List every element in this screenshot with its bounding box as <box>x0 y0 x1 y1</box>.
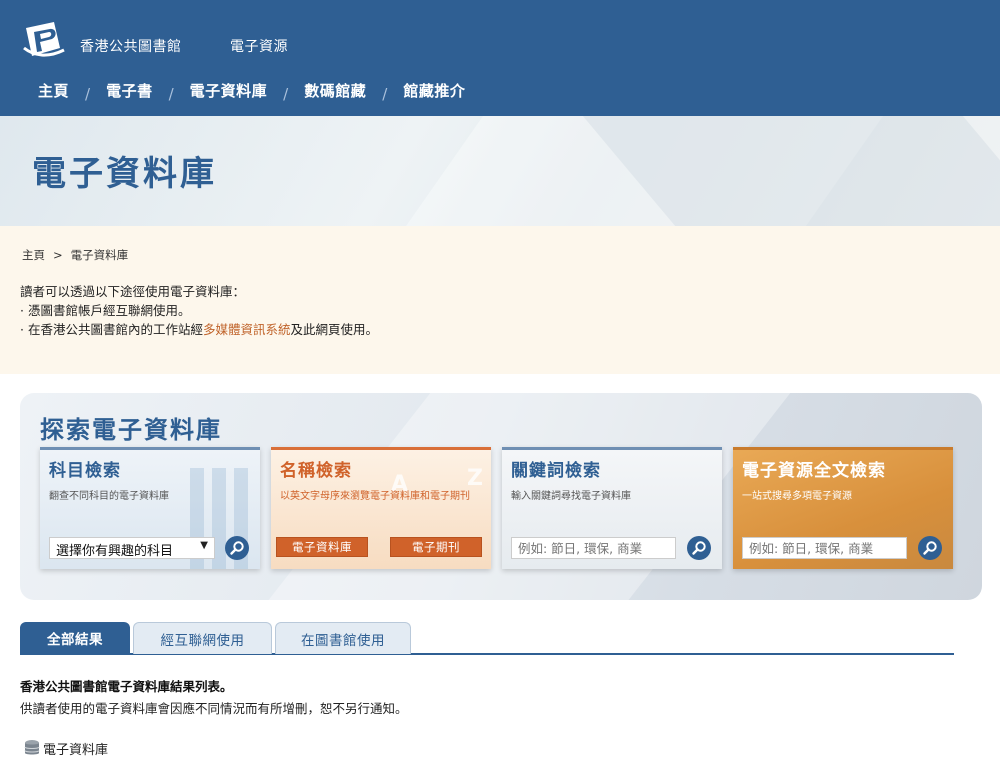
access-info: 讀者可以透過以下途徑使用電子資料庫： · 憑圖書館帳戶經互聯網使用。 · 在香港… <box>20 282 378 339</box>
nav-item-home[interactable]: 主頁 <box>38 80 69 101</box>
nav-separator: / <box>283 84 289 103</box>
chevron-down-icon: ▼ <box>200 540 208 551</box>
explore-title: 探索電子資料庫 <box>40 416 222 444</box>
main-nav: 主頁 / 電子書 / 電子資料庫 / 數碼館藏 / 館藏推介 <box>38 80 465 103</box>
nav-item-ebooks[interactable]: 電子書 <box>106 80 153 101</box>
database-section-heading: 電子資料庫 <box>22 738 108 758</box>
subject-search-title: 科目檢索 <box>49 461 121 481</box>
results-title: 香港公共圖書館電子資料庫結果列表。 <box>20 679 233 694</box>
name-search-card: A Z 名稱檢索 以英文字母序來瀏覽電子資料庫和電子期刊 電子資料庫 電子期刊 <box>271 447 491 569</box>
database-icon <box>24 740 40 755</box>
results-tabs: 全部結果 經互聯網使用 在圖書館使用 <box>20 622 954 655</box>
name-search-title: 名稱檢索 <box>280 461 352 481</box>
nav-item-recommendations[interactable]: 館藏推介 <box>403 80 465 101</box>
nav-separator: / <box>85 84 91 103</box>
keyword-search-input[interactable] <box>511 537 676 559</box>
fulltext-search-button[interactable] <box>918 536 942 560</box>
brand-name[interactable]: 香港公共圖書館 <box>80 36 182 56</box>
nav-separator: / <box>168 84 174 103</box>
decorative-letter-z: Z <box>467 466 483 491</box>
subject-search-card: 科目檢索 翻查不同科目的電子資料庫 選擇你有興趣的科目 ▼ <box>40 447 260 569</box>
fulltext-search-card: 電子資源全文檢索 一站式搜尋多項電子資源 <box>733 447 953 569</box>
tab-online-access[interactable]: 經互聯網使用 <box>133 622 272 654</box>
search-icon <box>692 541 706 555</box>
nav-item-databases[interactable]: 電子資料庫 <box>190 80 268 101</box>
breadcrumb: 主頁 > 電子資料庫 <box>22 247 128 263</box>
info-section: 主頁 > 電子資料庫 讀者可以透過以下途徑使用電子資料庫： · 憑圖書館帳戶經互… <box>0 226 1000 374</box>
tab-library-access[interactable]: 在圖書館使用 <box>275 622 411 654</box>
nav-separator: / <box>382 84 388 103</box>
search-icon <box>923 541 937 555</box>
fulltext-search-input[interactable] <box>742 537 907 559</box>
fulltext-search-desc: 一站式搜尋多項電子資源 <box>742 491 852 502</box>
keyword-search-desc: 輸入關鍵詞尋找電子資料庫 <box>511 491 631 502</box>
browse-databases-button[interactable]: 電子資料庫 <box>276 537 368 557</box>
keyword-search-card: 關鍵詞檢索 輸入關鍵詞尋找電子資料庫 <box>502 447 722 569</box>
subject-search-button[interactable] <box>225 536 249 560</box>
subject-search-desc: 翻查不同科目的電子資料庫 <box>49 491 169 502</box>
search-icon <box>230 541 244 555</box>
breadcrumb-home[interactable]: 主頁 <box>22 247 45 263</box>
access-intro: 讀者可以透過以下途徑使用電子資料庫： <box>20 284 246 299</box>
browse-ejournals-button[interactable]: 電子期刊 <box>390 537 482 557</box>
mmis-link[interactable]: 多媒體資訊系統 <box>203 322 291 337</box>
fulltext-search-title: 電子資源全文檢索 <box>742 461 886 481</box>
results-note: 供讀者使用的電子資料庫會因應不同情況而有所增刪，恕不另行通知。 <box>20 701 408 716</box>
database-section-label: 電子資料庫 <box>43 742 109 758</box>
access-item-suffix: 及此網頁使用。 <box>290 322 378 337</box>
breadcrumb-current: 電子資料庫 <box>70 248 129 262</box>
keyword-search-button[interactable] <box>687 536 711 560</box>
subject-select-value: 選擇你有興趣的科目 <box>56 544 174 559</box>
nav-item-digital-collections[interactable]: 數碼館藏 <box>304 80 366 101</box>
explore-panel: 探索電子資料庫 科目檢索 翻查不同科目的電子資料庫 選擇你有興趣的科目 ▼ A … <box>20 393 982 600</box>
subject-select[interactable]: 選擇你有興趣的科目 ▼ <box>49 537 215 559</box>
page-title: 電子資料庫 <box>32 154 217 194</box>
keyword-search-title: 關鍵詞檢索 <box>511 461 601 481</box>
section-name[interactable]: 電子資源 <box>230 36 288 56</box>
hero-banner: 電子資料庫 <box>0 116 1000 226</box>
access-item-library: · 在香港公共圖書館內的工作站經多媒體資訊系統及此網頁使用。 <box>20 320 378 339</box>
tab-all-results[interactable]: 全部結果 <box>20 622 130 654</box>
top-header: 香港公共圖書館 電子資源 主頁 / 電子書 / 電子資料庫 / 數碼館藏 / 館… <box>0 0 1000 116</box>
name-search-desc: 以英文字母序來瀏覽電子資料庫和電子期刊 <box>280 491 470 502</box>
access-item-prefix: · 在香港公共圖書館內的工作站經 <box>20 322 203 337</box>
breadcrumb-separator: > <box>53 248 63 262</box>
access-item-online: · 憑圖書館帳戶經互聯網使用。 <box>20 303 191 318</box>
hkpl-logo[interactable] <box>20 18 68 64</box>
